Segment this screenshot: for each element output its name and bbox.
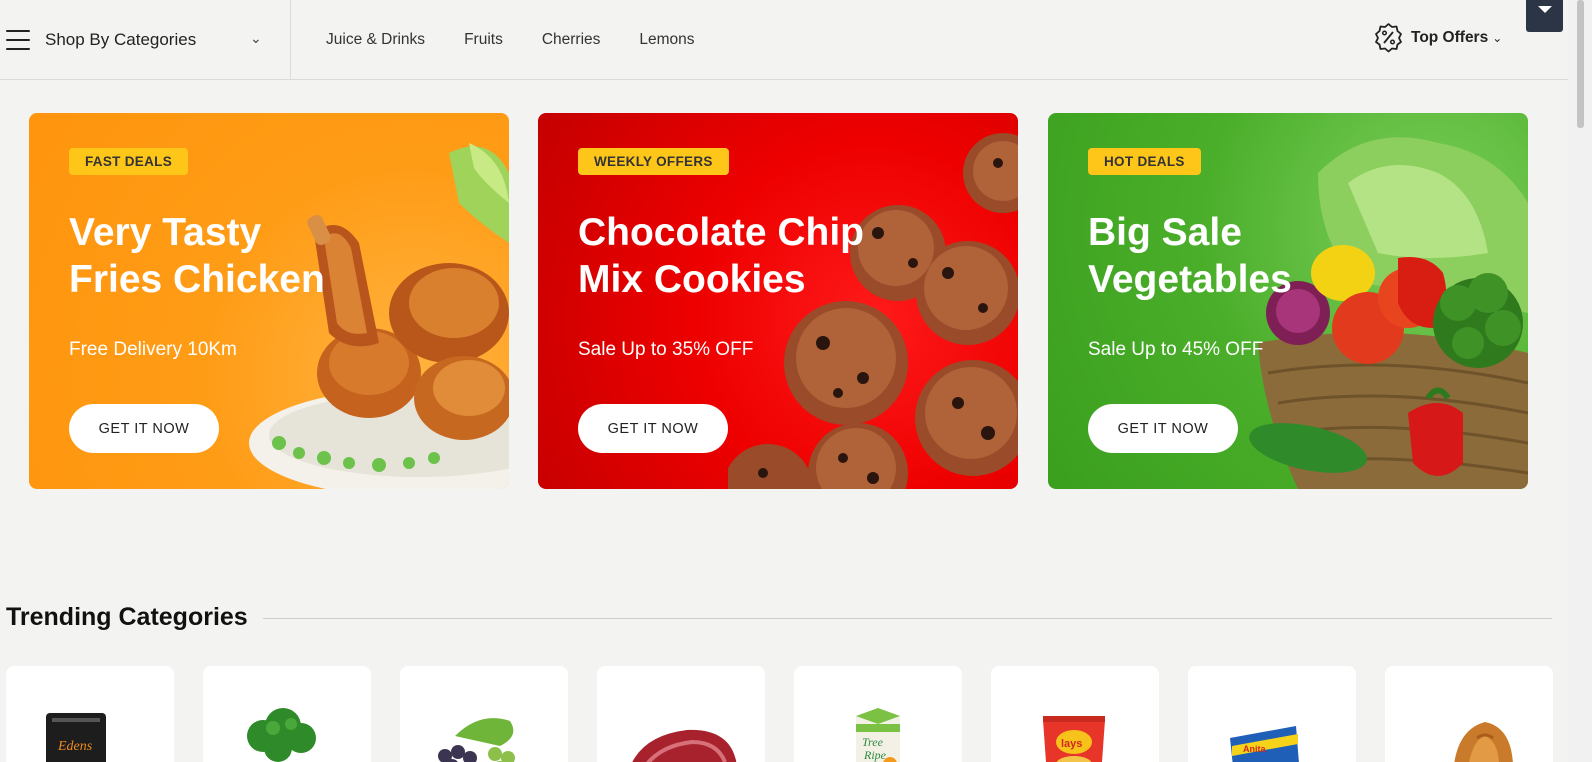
nav-link-fruits[interactable]: Fruits: [464, 31, 503, 49]
category-card[interactable]: lays: [991, 666, 1159, 762]
meat-image: [632, 729, 737, 762]
svg-text:Edens: Edens: [57, 739, 93, 754]
croissant-image: [1454, 722, 1513, 762]
category-dropdown-label: Shop By Categories: [45, 29, 197, 49]
lays-chips-image: lays: [1043, 716, 1105, 762]
grapes-image: [438, 718, 515, 762]
chevron-down-icon: ⌄: [250, 29, 262, 46]
svg-text:Ripe: Ripe: [863, 748, 887, 762]
top-offers-dropdown[interactable]: Top Offers ⌄: [1374, 22, 1502, 53]
banner-weekly-offers: WEEKLY OFFERS Chocolate Chip Mix Cookies …: [538, 113, 1018, 489]
chevron-down-icon: ⌄: [1492, 30, 1503, 45]
category-card[interactable]: [400, 666, 568, 762]
get-it-now-button[interactable]: GET IT NOW: [578, 404, 728, 453]
category-card[interactable]: [1385, 666, 1553, 762]
category-card[interactable]: Anita: [1188, 666, 1356, 762]
banner-title: Very Tasty Fries Chicken: [69, 211, 325, 301]
trending-categories-heading: Trending Categories: [6, 603, 248, 631]
section-divider: [263, 618, 1552, 619]
get-it-now-button[interactable]: GET IT NOW: [69, 404, 219, 453]
juice-carton-image: TreeRipe: [856, 708, 900, 762]
top-navbar: Shop By Categories ⌄ Juice & Drinks Frui…: [0, 0, 1569, 80]
percent-badge-icon: [1375, 23, 1402, 53]
svg-text:Anita: Anita: [1243, 744, 1266, 754]
blue-box-image: Anita: [1230, 726, 1299, 762]
shop-by-categories-dropdown[interactable]: Shop By Categories ⌄: [0, 0, 291, 80]
broccoli-image: [247, 708, 316, 762]
hamburger-menu-icon[interactable]: [6, 29, 30, 50]
nav-link-cherries[interactable]: Cherries: [542, 31, 601, 49]
banner-subtitle: Sale Up to 35% OFF: [578, 339, 754, 360]
top-offers-label: Top Offers: [1411, 28, 1489, 46]
category-card[interactable]: [203, 666, 371, 762]
get-it-now-button[interactable]: GET IT NOW: [1088, 404, 1238, 453]
banner-subtitle: Sale Up to 45% OFF: [1088, 339, 1264, 360]
banner-hot-deals: HOT DEALS Big Sale Vegetables Sale Up to …: [1048, 113, 1528, 489]
banner-tag: HOT DEALS: [1088, 148, 1201, 175]
category-card[interactable]: Tree Ripe: [794, 666, 962, 762]
svg-text:lays: lays: [1061, 738, 1082, 750]
caret-down-icon: [1537, 6, 1552, 13]
edens-bag-image: Edens: [46, 713, 106, 762]
nav-links: Juice & Drinks Fruits Cherries Lemons: [326, 31, 734, 49]
banner-tag: WEEKLY OFFERS: [578, 148, 729, 175]
svg-text:Tree: Tree: [862, 735, 884, 749]
collapse-toggle-button[interactable]: [1526, 0, 1563, 32]
category-card[interactable]: [597, 666, 765, 762]
banner-subtitle: Free Delivery 10Km: [69, 339, 237, 360]
scrollbar-thumb[interactable]: [1577, 0, 1584, 128]
banner-fast-deals: FAST DEALS Very Tasty Fries Chicken Free …: [29, 113, 509, 489]
category-card[interactable]: Edens: [6, 666, 174, 762]
banner-tag: FAST DEALS: [69, 148, 189, 175]
scrollbar[interactable]: [1568, 0, 1592, 762]
banner-title: Big Sale Vegetables: [1088, 211, 1292, 301]
banner-title: Chocolate Chip Mix Cookies: [578, 211, 865, 301]
nav-link-lemons[interactable]: Lemons: [639, 31, 694, 49]
nav-link-juice-drinks[interactable]: Juice & Drinks: [326, 31, 425, 49]
